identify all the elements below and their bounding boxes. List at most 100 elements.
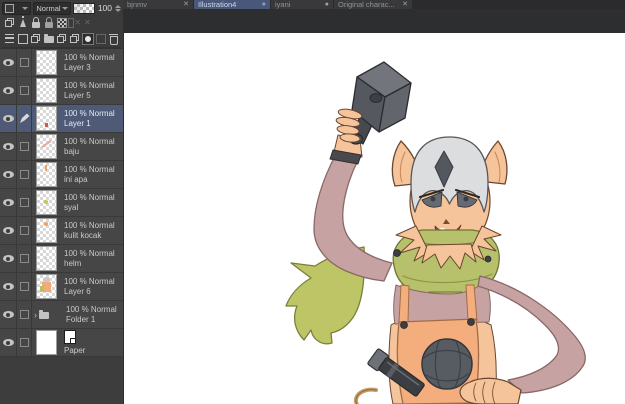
disabled-mask-icon: ✕ [68,16,81,29]
folder-expand-icon[interactable]: › [34,310,37,320]
layer-mode: 100 % Normal [64,81,115,90]
layer-checkbox [19,142,29,151]
lock-transparent-pixels-icon[interactable] [42,16,55,29]
checkbox-cell[interactable] [17,161,32,188]
new-vector-layer-icon[interactable] [29,32,42,45]
visibility-cell[interactable] [0,329,17,356]
thumbnail-cell[interactable] [32,161,60,188]
visibility-cell[interactable] [0,49,17,76]
visibility-cell[interactable] [0,189,17,216]
thumbnail-cell[interactable] [32,329,60,356]
close-icon[interactable]: ✕ [183,1,189,9]
eye-icon [2,255,14,262]
thumbnail-cell[interactable] [32,245,60,272]
checkbox-cell[interactable] [17,273,32,300]
visibility-cell[interactable] [0,105,17,132]
blend-mode-dropdown[interactable]: Normal [33,1,72,15]
layer-row[interactable]: 100 % Normal Layer 5 [0,77,123,105]
checkbox-cell[interactable] [17,245,32,272]
layer-name: Layer 1 [64,119,91,128]
layer-name: helm [64,259,82,268]
paper-icon [64,330,76,344]
transfer-to-lower-layer-icon[interactable] [55,32,68,45]
checkbox-cell[interactable] [17,301,32,328]
layer-row[interactable]: 100 % Normal helm [0,245,123,273]
layer-row[interactable]: 100 % Normal baju [0,133,123,161]
lock-layer-icon[interactable] [29,16,42,29]
visibility-cell[interactable] [0,77,17,104]
modified-dot-icon: ● [261,0,266,8]
layer-color-dropdown[interactable] [2,1,32,15]
drawing-canvas[interactable] [124,33,625,404]
layer-row[interactable]: 100 % Normal Layer 3 [0,49,123,77]
visibility-cell[interactable] [0,161,17,188]
visibility-cell[interactable] [0,217,17,244]
thumbnail-cell[interactable] [32,49,60,76]
tab-iyani[interactable]: iyani ● [271,0,333,9]
layer-name: Layer 5 [64,91,91,100]
checkbox-cell[interactable] [17,189,32,216]
new-layer-folder-icon[interactable] [42,32,55,45]
layer-list-empty-area [0,357,123,404]
checkbox-cell[interactable] [17,49,32,76]
layer-row[interactable]: 100 % Normal kulit kocak [0,217,123,245]
opacity-stepper[interactable] [115,4,121,12]
layer-mode: 100 % Normal [64,221,115,230]
thumbnail-cell[interactable] [32,105,60,132]
thumbnail-cell[interactable] [32,77,60,104]
eye-icon [2,115,14,122]
delete-layer-icon[interactable] [107,32,120,45]
layer-thumbnail [35,274,57,299]
eye-icon [2,339,14,346]
eye-icon [2,227,14,234]
new-raster-layer-icon[interactable] [16,32,29,45]
checkbox-cell[interactable] [17,217,32,244]
thumbnail-cell[interactable] [32,217,60,244]
layer-mode: 100 % Normal [64,109,115,118]
visibility-cell[interactable] [0,273,17,300]
layer-mode: 100 % Normal [64,137,115,146]
thumbnail-cell[interactable] [32,133,60,160]
tab-illustration4[interactable]: Illustration4 ● [194,0,270,9]
paper-layer-row[interactable]: Paper [0,329,123,357]
layer-checkbox [19,254,29,263]
palette-menu-icon[interactable] [3,32,16,45]
tab-label: bjnmv [127,0,148,9]
layer-row[interactable]: 100 % Normal syal [0,189,123,217]
layer-checkbox [19,198,29,207]
tab-bjnmv[interactable]: bjnmv ✕ [123,0,193,9]
layer-thumbnail [35,190,57,215]
checkbox-cell[interactable] [17,133,32,160]
layer-folder-row[interactable]: › 100 % Normal Folder 1 [0,301,123,329]
eye-icon [2,59,14,66]
layer-checkbox [19,310,29,319]
checkbox-cell[interactable] [17,77,32,104]
editing-cell[interactable] [17,105,32,132]
layer-row[interactable]: 100 % Normal Layer 6 [0,273,123,301]
layer-thumbnail [35,162,57,187]
close-icon[interactable]: ✕ [402,1,408,9]
layer-row-selected[interactable]: 100 % Normal Layer 1 [0,105,123,133]
layer-name: baju [64,147,80,156]
layer-row[interactable]: 100 % Normal ini apa [0,161,123,189]
opacity-value: 100 [97,3,112,13]
thumbnail-cell[interactable] [32,189,60,216]
layer-thumbnail [35,246,57,271]
layer-thumbnail [35,78,57,103]
clip-to-layer-below-icon[interactable] [3,16,16,29]
tab-original-character[interactable]: Original charac... ✕ [334,0,412,9]
disabled-layer-color-icon: ✕ [84,18,91,27]
enable-mask-icon[interactable] [55,16,68,29]
layer-checkbox [19,58,29,67]
opacity-slider[interactable] [73,2,95,14]
visibility-cell[interactable] [0,245,17,272]
visibility-cell[interactable] [0,301,17,328]
create-layer-mask-icon[interactable] [81,32,94,45]
merge-with-lower-layer-icon[interactable] [68,32,81,45]
modified-dot-icon: ● [324,0,329,8]
pencil-icon [19,113,29,123]
thumbnail-cell[interactable] [32,273,60,300]
reference-layer-icon[interactable] [16,15,29,29]
checkbox-cell[interactable] [17,329,32,356]
visibility-cell[interactable] [0,133,17,160]
